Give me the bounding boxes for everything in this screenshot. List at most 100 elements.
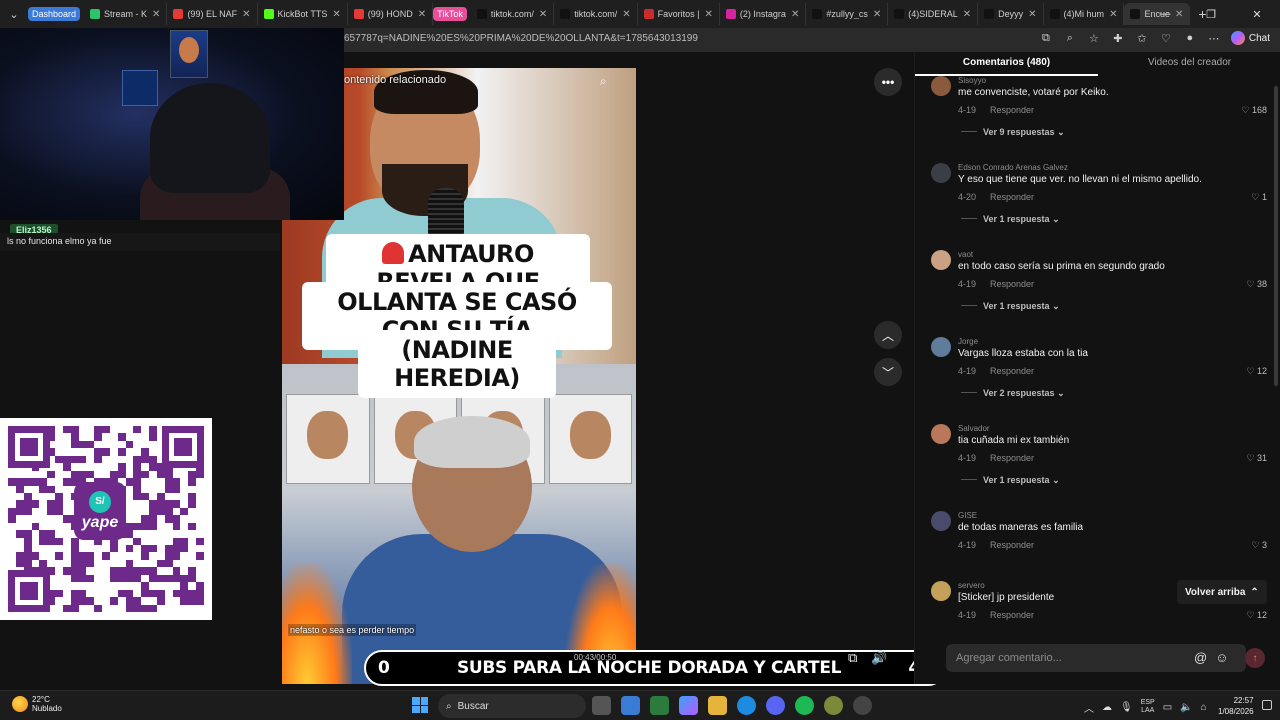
- like-button[interactable]: ♡ 31: [1246, 453, 1267, 464]
- tab-group-label[interactable]: TikTok: [433, 7, 467, 21]
- onedrive-icon[interactable]: ☁: [1102, 702, 1112, 713]
- widgets-icon[interactable]: [621, 696, 640, 715]
- reply-button[interactable]: Responder: [990, 105, 1034, 115]
- favorites-icon[interactable]: ✩: [1135, 31, 1149, 45]
- comment-author[interactable]: GISE: [958, 511, 977, 520]
- close-tab-icon[interactable]: ✕: [705, 9, 713, 20]
- emoji-icon[interactable]: ☺: [1215, 650, 1228, 665]
- copilot-app-icon[interactable]: [679, 696, 698, 715]
- reply-button[interactable]: Responder: [990, 610, 1034, 620]
- close-tab-icon[interactable]: ✕: [963, 9, 971, 20]
- sound-icon[interactable]: 🔈: [1180, 702, 1192, 713]
- browser-tab[interactable]: Deyyy ✕: [978, 3, 1044, 25]
- previous-video-button[interactable]: ︿: [874, 321, 902, 349]
- like-button[interactable]: ♡ 168: [1241, 105, 1267, 116]
- reply-button[interactable]: Responder: [990, 366, 1034, 376]
- comment-author[interactable]: Jorge: [958, 337, 978, 346]
- pip-icon[interactable]: ⧉: [848, 650, 857, 666]
- taskbar-search[interactable]: ⌕ Buscar: [438, 694, 586, 718]
- start-button[interactable]: [412, 697, 428, 713]
- browser-tab[interactable]: (99) EL NAF ✕: [167, 3, 258, 25]
- like-button[interactable]: ♡ 3: [1251, 540, 1267, 551]
- volume-icon[interactable]: 🔊: [871, 650, 887, 666]
- view-replies-button[interactable]: Ver 1 respuesta ⌄: [961, 214, 1060, 225]
- view-replies-button[interactable]: Ver 2 respuestas ⌄: [961, 388, 1065, 399]
- avatar[interactable]: [931, 76, 951, 96]
- mention-icon[interactable]: @: [1194, 650, 1207, 665]
- minimize-button[interactable]: —: [1142, 0, 1188, 28]
- avatar[interactable]: [931, 511, 951, 531]
- browser-essentials-icon[interactable]: ♡: [1159, 31, 1173, 45]
- language-indicator[interactable]: ESP LAA: [1141, 699, 1155, 715]
- tab-comments[interactable]: Comentarios (480): [915, 52, 1098, 76]
- like-button[interactable]: ♡ 12: [1246, 366, 1267, 377]
- tab-list-chevron-icon[interactable]: ⌄: [4, 4, 24, 24]
- copilot-chat-button[interactable]: Chat: [1230, 31, 1270, 45]
- close-tab-icon[interactable]: ✕: [418, 9, 426, 20]
- avatar[interactable]: [931, 337, 951, 357]
- comment-author[interactable]: vaot: [958, 250, 973, 259]
- video-more-button[interactable]: •••: [874, 68, 902, 96]
- close-tab-icon[interactable]: ✕: [332, 9, 340, 20]
- like-button[interactable]: ♡ 38: [1246, 279, 1267, 290]
- weather-widget[interactable]: 22°C Nublado: [12, 695, 62, 713]
- close-tab-icon[interactable]: ✕: [873, 9, 881, 20]
- view-replies-button[interactable]: Ver 9 respuestas ⌄: [961, 127, 1065, 138]
- next-video-button[interactable]: ﹀: [874, 358, 902, 386]
- related-content-label[interactable]: ontenido relacionado: [344, 74, 446, 86]
- store-icon[interactable]: [650, 696, 669, 715]
- browser-tab[interactable]: (99) HOND ✕: [348, 3, 434, 25]
- like-button[interactable]: ♡ 1: [1251, 192, 1267, 203]
- file-explorer-icon[interactable]: [708, 696, 727, 715]
- close-tab-icon[interactable]: ✕: [242, 9, 250, 20]
- comment-author[interactable]: Salvador: [958, 424, 990, 433]
- comment-author[interactable]: servero: [958, 581, 985, 590]
- browser-tab[interactable]: Favoritos | ✕: [638, 3, 720, 25]
- view-replies-button[interactable]: Ver 1 respuesta ⌄: [961, 475, 1060, 486]
- close-tab-icon[interactable]: ✕: [622, 9, 630, 20]
- close-window-button[interactable]: ✕: [1234, 0, 1280, 28]
- browser-tab[interactable]: (4)SIDERAL ✕: [888, 3, 979, 25]
- browser-tab[interactable]: (2) Instagra ✕: [720, 3, 807, 25]
- clock[interactable]: 22:57 1/08/2026: [1218, 695, 1254, 717]
- spotify-icon[interactable]: [795, 696, 814, 715]
- video-search-icon[interactable]: ⌕: [600, 74, 607, 89]
- send-comment-button[interactable]: ↑: [1245, 648, 1265, 668]
- close-tab-icon[interactable]: ✕: [539, 9, 547, 20]
- reply-button[interactable]: Responder: [990, 192, 1034, 202]
- reply-button[interactable]: Responder: [990, 540, 1034, 550]
- close-tab-icon[interactable]: ✕: [1109, 9, 1117, 20]
- close-tab-icon[interactable]: ✕: [1028, 9, 1036, 20]
- avatar[interactable]: [931, 424, 951, 444]
- back-to-top-button[interactable]: Volver arriba ⌃: [1177, 580, 1267, 604]
- comments-scrollbar[interactable]: [1274, 86, 1278, 386]
- open-in-app-icon[interactable]: ⧉: [1039, 31, 1053, 45]
- tab-creator-videos[interactable]: Videos del creador: [1098, 52, 1280, 76]
- discord-icon[interactable]: [766, 696, 785, 715]
- extensions-icon[interactable]: ✚: [1111, 31, 1125, 45]
- monitor-icon[interactable]: ▭: [1163, 702, 1172, 713]
- comment-author[interactable]: Sisoyyo: [958, 76, 986, 85]
- browser-tab[interactable]: Stream - K ✕: [84, 3, 168, 25]
- avatar[interactable]: [931, 250, 951, 270]
- browser-tab[interactable]: (4)Mi hum ✕: [1044, 3, 1125, 25]
- app-icon[interactable]: [824, 696, 843, 715]
- tab-group-label[interactable]: Dashboard: [28, 7, 81, 21]
- more-menu-icon[interactable]: ⋯: [1207, 31, 1221, 45]
- browser-tab[interactable]: KickBot TTS ✕: [258, 3, 348, 25]
- url-text[interactable]: 657787q=NADINE%20ES%20PRIMA%20DE%20OLLAN…: [344, 33, 698, 44]
- notification-icon[interactable]: [1262, 700, 1272, 710]
- close-tab-icon[interactable]: ✕: [152, 9, 160, 20]
- browser-tab[interactable]: #zullyy_cs ✕: [806, 3, 889, 25]
- network-icon[interactable]: ⌂: [1201, 702, 1207, 713]
- maximize-button[interactable]: ❐: [1188, 0, 1234, 28]
- profile-avatar-icon[interactable]: ●: [1183, 31, 1197, 45]
- comment-author[interactable]: Edson Conrado Arenas Galvez: [958, 163, 1068, 172]
- browser-tab[interactable]: tiktok.com/ ✕: [471, 3, 555, 25]
- close-tab-icon[interactable]: ✕: [791, 9, 799, 20]
- avatar[interactable]: [931, 163, 951, 183]
- avatar[interactable]: [931, 581, 951, 601]
- mic-icon[interactable]: 🎙: [1120, 702, 1133, 713]
- favorite-star-icon[interactable]: ☆: [1087, 31, 1101, 45]
- tray-overflow-chevron-icon[interactable]: ︿: [1084, 700, 1094, 715]
